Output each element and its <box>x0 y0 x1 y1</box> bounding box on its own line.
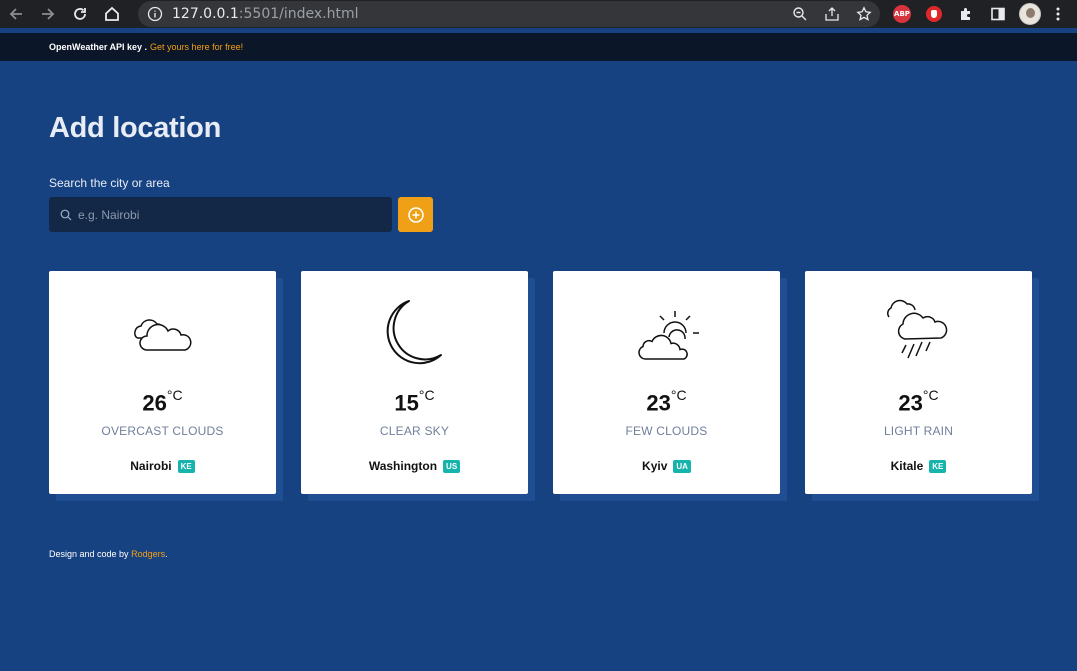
weather-card[interactable]: 15°C CLEAR SKY Washington US <box>301 271 528 494</box>
country-badge: KE <box>929 459 947 473</box>
weather-card[interactable]: 23°C FEW CLOUDS Kyiv UA <box>553 271 780 494</box>
api-key-banner: OpenWeather API key . Get yours here for… <box>0 33 1077 61</box>
browser-toolbar: 127.0.0.1:5501/index.html ABP <box>0 0 1077 28</box>
api-key-text: OpenWeather API key . <box>49 42 148 52</box>
temperature: 23°C <box>553 387 780 416</box>
temperature-unit: °C <box>418 387 435 403</box>
extensions-button[interactable] <box>950 0 982 28</box>
search-box[interactable] <box>49 197 392 232</box>
plus-circle-icon <box>407 206 424 223</box>
weather-description: CLEAR SKY <box>379 424 450 438</box>
country-badge: UA <box>673 459 691 473</box>
menu-button[interactable] <box>1046 0 1070 28</box>
overcast-clouds-icon <box>133 319 191 351</box>
location: Nairobi KE <box>49 459 276 473</box>
temperature-unit: °C <box>670 387 687 403</box>
city-name: Kitale <box>890 459 924 473</box>
arrow-right-icon <box>42 8 55 20</box>
side-panel-button[interactable] <box>982 0 1014 28</box>
temperature: 26°C <box>49 387 276 416</box>
url-host: 127.0.0.1 <box>172 6 239 22</box>
arrow-left-icon <box>9 8 22 20</box>
puzzle-icon <box>961 8 970 20</box>
side-panel-icon <box>991 7 1005 21</box>
footer-text: Design and code by <box>49 549 129 559</box>
temperature-value: 26 <box>142 390 167 416</box>
forward-button[interactable] <box>32 0 64 28</box>
country-badge: KE <box>177 459 195 473</box>
page-title: Add location <box>49 112 222 144</box>
zoom-button[interactable] <box>784 1 816 27</box>
author-link[interactable]: Rodgers <box>131 549 165 559</box>
weather-cards: 26°C OVERCAST CLOUDS Nairobi KE 15°C CLE… <box>49 271 1032 494</box>
search-icon <box>60 209 72 220</box>
crescent-moon-icon <box>386 300 442 365</box>
info-icon[interactable] <box>147 6 163 22</box>
temperature-value: 15 <box>394 390 419 416</box>
temperature-unit: °C <box>166 387 183 403</box>
location: Kyiv UA <box>553 459 780 473</box>
url-path: :5501/index.html <box>238 6 359 22</box>
search-label: Search the city or area <box>49 176 170 190</box>
temperature-value: 23 <box>646 390 671 416</box>
location: Kitale KE <box>805 459 1032 473</box>
avatar <box>1019 3 1041 25</box>
temperature-value: 23 <box>898 390 923 416</box>
add-location-button[interactable] <box>398 197 433 232</box>
weather-description: FEW CLOUDS <box>625 424 708 438</box>
sun-behind-clouds-icon <box>637 311 699 360</box>
footer: Design and code by Rodgers. <box>49 549 168 559</box>
temperature-unit: °C <box>922 387 939 403</box>
temperature: 23°C <box>805 387 1032 416</box>
weather-description: LIGHT RAIN <box>883 424 954 438</box>
city-name: Nairobi <box>130 459 172 473</box>
weather-description: OVERCAST CLOUDS <box>101 424 224 438</box>
home-icon <box>105 6 119 21</box>
bookmark-button[interactable] <box>848 1 880 27</box>
address-bar[interactable]: 127.0.0.1:5501/index.html <box>138 1 880 27</box>
adblock-extension[interactable]: ABP <box>886 0 918 28</box>
reload-button[interactable] <box>64 0 96 28</box>
share-icon <box>825 7 839 21</box>
get-api-key-link[interactable]: Get yours here for free! <box>150 42 243 52</box>
temperature: 15°C <box>301 387 528 416</box>
back-button[interactable] <box>0 0 32 28</box>
stop-extension[interactable] <box>918 0 950 28</box>
country-badge: US <box>443 459 461 473</box>
star-icon <box>856 6 872 21</box>
stop-hand-icon <box>926 6 942 22</box>
footer-period: . <box>165 549 168 559</box>
search-input[interactable] <box>78 207 378 222</box>
weather-card[interactable]: 26°C OVERCAST CLOUDS Nairobi KE <box>49 271 276 494</box>
share-button[interactable] <box>816 1 848 27</box>
adblock-icon: ABP <box>893 5 911 23</box>
rain-clouds-icon <box>886 299 947 359</box>
home-button[interactable] <box>96 0 128 28</box>
url-text[interactable]: 127.0.0.1:5501/index.html <box>172 6 359 22</box>
city-name: Washington <box>368 459 438 473</box>
reload-icon <box>74 8 86 20</box>
profile-button[interactable] <box>1014 0 1046 28</box>
location: Washington US <box>301 459 528 473</box>
city-name: Kyiv <box>642 459 668 473</box>
more-vertical-icon <box>1056 7 1060 21</box>
zoom-out-icon <box>793 7 807 21</box>
weather-card[interactable]: 23°C LIGHT RAIN Kitale KE <box>805 271 1032 494</box>
